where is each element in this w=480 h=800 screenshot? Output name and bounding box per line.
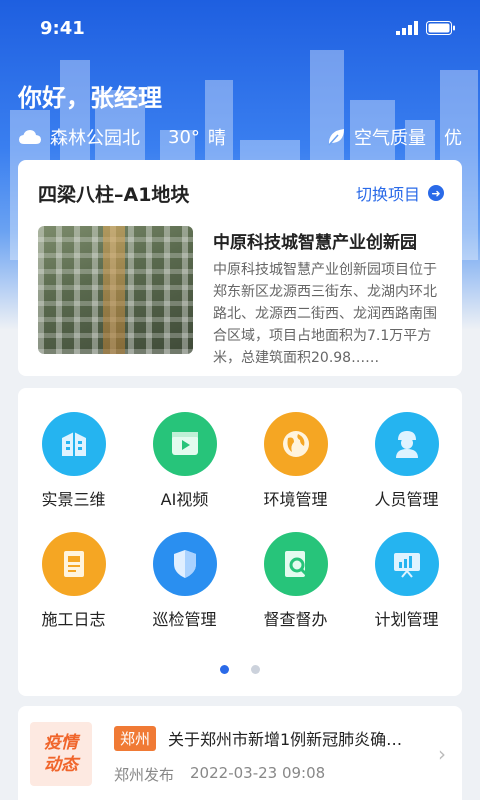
chevron-right-icon[interactable]: › [438,742,446,766]
menu-item-label: 人员管理 [374,490,439,509]
badge-line-2: 动态 [44,755,78,775]
location-label: 森林公园北 [50,128,140,149]
worker-icon [374,412,439,476]
air-quality-value: 优 [444,128,462,149]
air-quality-label: 空气质量 [354,128,426,149]
globe-icon [263,412,328,476]
building-3d-icon [41,412,106,476]
project-description: 中原科技城智慧产业创新园项目位于郑东新区龙源西三街东、龙湖内环北路北、龙源西二街… [213,262,437,366]
menu-item-personnel[interactable]: 人员管理 [351,412,462,510]
weather-row: 森林公园北 30° 晴 空气质量 优 [18,124,462,150]
greeting-text: 你好，张经理 [18,84,162,112]
news-city-tag: 郑州 [114,726,157,751]
battery-icon [426,21,455,35]
project-title: 中原科技城智慧产业创新园 [213,233,417,253]
menu-item-label: 计划管理 [374,610,439,629]
news-source: 郑州发布 [114,766,175,784]
menu-item-label: 督查督办 [263,610,328,629]
news-title[interactable]: 关于郑州市新增1例新冠肺炎确… [168,726,424,750]
leaf-icon [328,129,344,146]
menu-item-3d-scene[interactable]: 实景三维 [18,412,129,510]
menu-item-label: 环境管理 [263,490,328,509]
menu-item-label: 施工日志 [41,610,106,629]
cloud-icon [19,130,41,144]
shield-icon [152,532,217,596]
menu-item-label: 实景三维 [41,490,106,509]
menu-item-inspection[interactable]: 巡检管理 [129,532,240,630]
menu-item-supervision[interactable]: 督查督办 [240,532,351,630]
news-meta: 郑州发布 2022-03-23 09:08 [114,764,325,785]
page-indicator [18,665,462,674]
feature-grid: 实景三维 AI视频 环境管理 人员管理 施工日志 巡检管理 督查督办 计划管理 [18,388,462,630]
switch-project-button[interactable]: 切换项目 ➜ [356,181,444,205]
chart-board-icon [374,532,439,596]
badge-line-1: 疫情 [44,733,78,753]
menu-item-label: 巡检管理 [152,610,217,629]
epidemic-news-badge: 疫情 动态 [30,722,92,786]
weather-label: 晴 [207,128,226,149]
switch-project-label: 切换项目 [355,185,420,204]
menu-item-ai-video[interactable]: AI视频 [129,412,240,510]
page-dot[interactable] [251,665,260,674]
arrow-right-icon: ➜ [428,185,444,201]
signal-icon [396,21,418,35]
menu-item-environment[interactable]: 环境管理 [240,412,351,510]
menu-item-label: AI视频 [160,490,209,509]
project-card[interactable]: 四梁八柱–A1地块 切换项目 ➜ 中原科技城智慧产业创新园 中原科技城智慧产业创… [18,160,462,376]
news-datetime: 2022-03-23 09:08 [190,764,326,782]
feature-menu-card: 实景三维 AI视频 环境管理 人员管理 施工日志 巡检管理 督查督办 计划管理 [18,388,462,696]
project-name: 四梁八柱–A1地块 [38,183,190,206]
menu-item-plan[interactable]: 计划管理 [351,532,462,630]
status-time: 9:41 [40,17,85,39]
video-play-icon [152,412,217,476]
temperature-label: 30° [168,126,200,148]
page-dot-active[interactable] [220,665,229,674]
document-icon [41,532,106,596]
status-bar: 9:41 [0,0,480,56]
search-doc-icon [263,532,328,596]
project-image [38,226,193,354]
menu-item-construction-log[interactable]: 施工日志 [18,532,129,630]
news-card[interactable]: 疫情 动态 郑州 关于郑州市新增1例新冠肺炎确… 郑州发布 2022-03-23… [18,706,462,800]
